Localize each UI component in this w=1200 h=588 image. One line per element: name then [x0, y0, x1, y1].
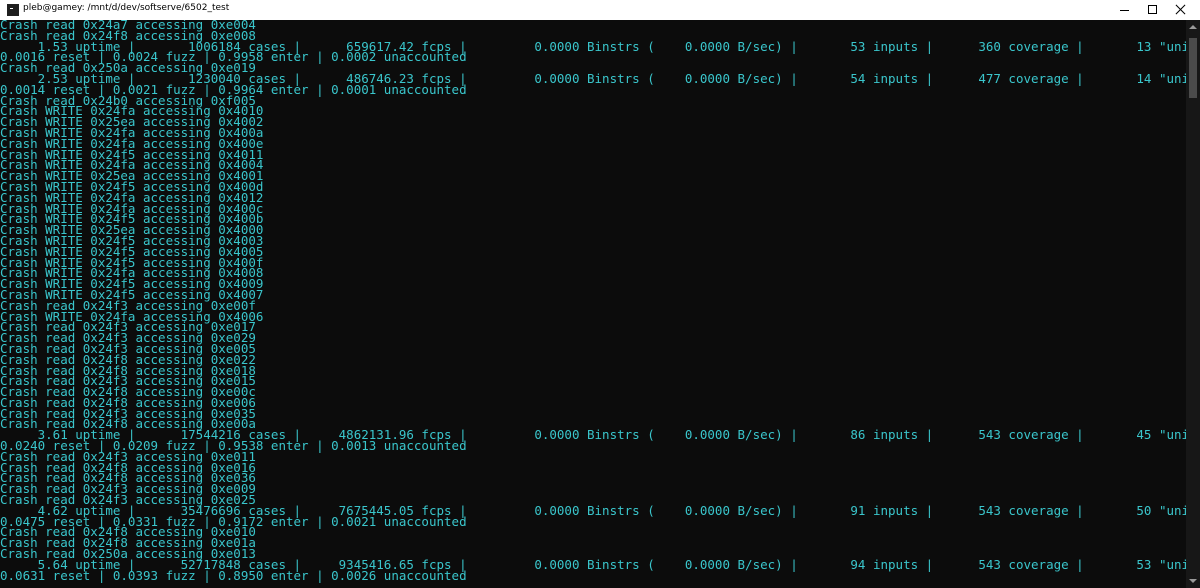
maximize-icon: [1148, 5, 1157, 14]
console-icon: [7, 4, 19, 16]
scroll-up-arrow-icon[interactable]: [1186, 20, 1200, 34]
close-button[interactable]: [1162, 0, 1200, 20]
window-title: pleb@gamey: /mnt/d/dev/softserve/6502_te…: [23, 3, 230, 13]
terminal-output[interactable]: Crash read 0x24a7 accessing 0xe004 Crash …: [0, 20, 1186, 588]
close-icon: [1176, 4, 1186, 14]
scroll-down-arrow-icon[interactable]: [1186, 574, 1200, 588]
scroll-thumb[interactable]: [1189, 38, 1197, 98]
title-bar[interactable]: pleb@gamey: /mnt/d/dev/softserve/6502_te…: [0, 0, 1200, 21]
minimize-icon: [1120, 10, 1129, 11]
terminal-window: pleb@gamey: /mnt/d/dev/softserve/6502_te…: [0, 0, 1200, 588]
terminal-line: 0.0631 reset | 0.0393 fuzz | 0.8950 ente…: [0, 567, 467, 583]
terminal-lines: Crash read 0x24a7 accessing 0xe004 Crash …: [0, 20, 1186, 581]
vertical-scrollbar[interactable]: [1186, 20, 1200, 588]
